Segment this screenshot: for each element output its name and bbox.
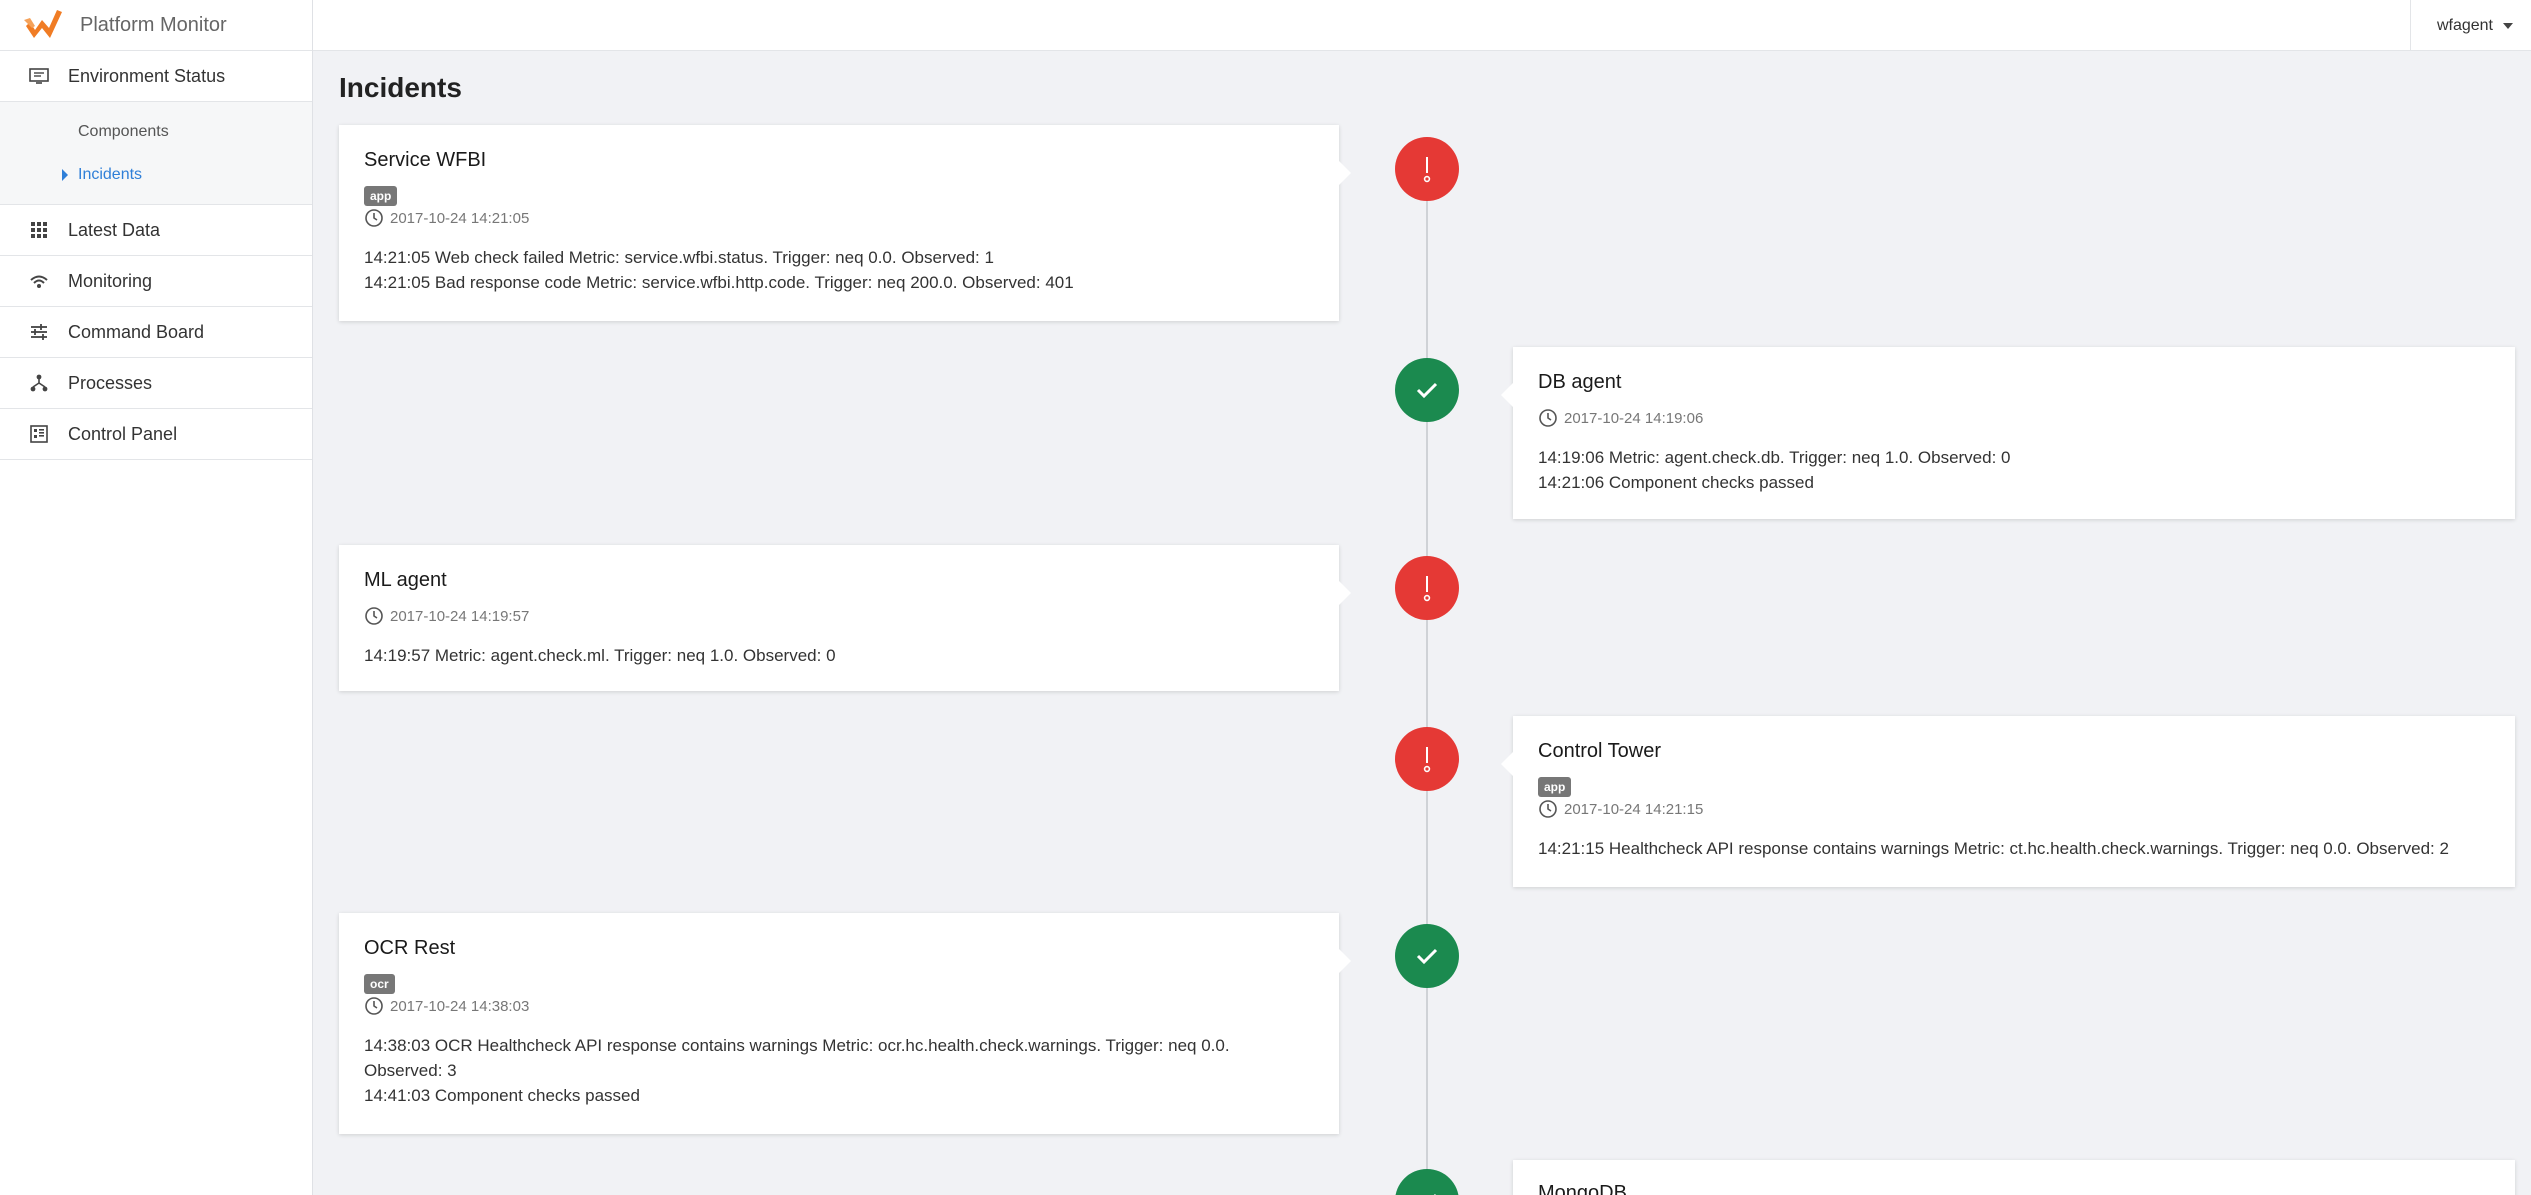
nav-label: Processes [68,372,153,393]
page-title: Incidents [339,72,462,103]
incident-title: ML agent [364,569,447,591]
subnav: Components Incidents [0,102,312,205]
platform-logo-icon [24,10,62,38]
incident-tag: ocr [364,974,395,994]
incident-line: 14:21:06 Component checks passed [1538,473,1814,492]
incident-tag: app [1538,777,1572,797]
clock-icon [365,997,383,1015]
incident-card[interactable]: DB agent 2017-10-24 14:19:06 14:19:06 Me… [1501,347,2515,519]
ok-marker [1395,358,1459,422]
incident-card[interactable]: MongoDB [1513,1160,2515,1195]
nav-environment-status[interactable]: Environment Status [0,51,312,102]
incident-card[interactable]: OCR Rest ocr 2017-10-24 14:38:03 14:38:0… [339,913,1351,1134]
timestamp: 2017-10-24 14:19:06 [1564,409,1704,427]
incident-title: Control Tower [1538,740,1662,762]
nav-latest-data[interactable]: Latest Data [0,205,312,256]
incident-time: 2017-10-24 14:21:15 [1538,799,2490,819]
incident-time: 2017-10-24 14:38:03 [364,996,1314,1016]
incident-title: MongoDB [1538,1182,1627,1195]
nav-processes[interactable]: Processes [0,358,312,409]
nav-label: Monitoring [68,270,153,291]
incident-title: DB agent [1538,371,1622,393]
clock-icon [365,209,383,227]
process-tree-icon [28,372,50,394]
sidebar: Platform Monitor Environment Status Comp… [0,0,313,1195]
incident-title: Service WFBI [364,149,487,171]
grid-icon [28,219,50,241]
clock-icon [1539,800,1557,818]
monitor-icon [28,65,50,87]
error-marker [1395,727,1459,791]
checkmark-icon [1416,382,1438,399]
incident-line: 14:38:03 OCR Healthcheck API response co… [364,1036,1230,1055]
incident-line: 14:19:57 Metric: agent.check.ml. Trigger… [364,646,836,665]
incident-line: 14:21:05 Web check failed Metric: servic… [364,248,994,267]
checkmark-icon [1416,948,1438,965]
incident-line: 14:19:06 Metric: agent.check.db. Trigger… [1538,448,2011,467]
timestamp: 2017-10-24 14:19:57 [390,607,530,625]
ok-marker [1395,924,1459,988]
incident-line: 14:41:03 Component checks passed [364,1086,640,1105]
control-panel-icon [28,423,50,445]
chevron-down-icon [2503,22,2513,29]
ok-marker [1395,1169,1459,1195]
incident-time: 2017-10-24 14:19:57 [364,606,1314,626]
nav-label: Environment Status [68,65,226,86]
exclamation-icon [1423,747,1431,773]
nav-control-panel[interactable]: Control Panel [0,409,312,460]
exclamation-icon [1423,157,1431,183]
subnav-label: Incidents [78,165,143,183]
app-name: Platform Monitor [80,13,227,36]
user-menu[interactable]: wfagent [2409,0,2531,51]
nav-command-board[interactable]: Command Board [0,307,312,358]
timestamp: 2017-10-24 14:21:15 [1564,800,1704,818]
incident-title: OCR Rest [364,937,456,959]
timestamp: 2017-10-24 14:38:03 [390,997,530,1015]
incident-line: 14:21:05 Bad response code Metric: servi… [364,273,1074,292]
exclamation-icon [1423,576,1431,602]
incident-line: Observed: 3 [364,1061,457,1080]
nav-label: Latest Data [68,219,161,240]
nav-monitoring[interactable]: Monitoring [0,256,312,307]
clock-icon [1539,409,1557,427]
incident-line: 14:21:15 Healthcheck API response contai… [1538,839,2449,858]
incident-card[interactable]: Service WFBI app 2017-10-24 14:21:05 14:… [339,125,1351,321]
incident-time: 2017-10-24 14:21:05 [364,208,1314,228]
incident-time: 2017-10-24 14:19:06 [1538,408,2490,428]
checkmark-icon [1433,1193,1436,1195]
incident-tag: app [364,186,398,206]
nav-label: Command Board [68,321,205,342]
signal-icon [28,270,50,292]
incident-card[interactable]: ML agent 2017-10-24 14:19:57 14:19:57 Me… [339,545,1351,691]
brand[interactable]: Platform Monitor [0,0,312,51]
subnav-components[interactable]: Components [0,110,312,153]
topbar: wfagent [313,0,2531,51]
incident-card[interactable]: Control Tower app 2017-10-24 14:21:15 14… [1501,716,2515,887]
error-marker [1395,137,1459,201]
sliders-icon [28,321,50,343]
error-marker [1395,556,1459,620]
caret-right-icon [62,168,68,181]
subnav-incidents[interactable]: Incidents [0,153,312,196]
clock-icon [365,607,383,625]
timestamp: 2017-10-24 14:21:05 [390,209,530,227]
timeline-line [1426,140,1428,1195]
user-name: wfagent [2436,16,2493,34]
nav-label: Control Panel [68,423,178,444]
